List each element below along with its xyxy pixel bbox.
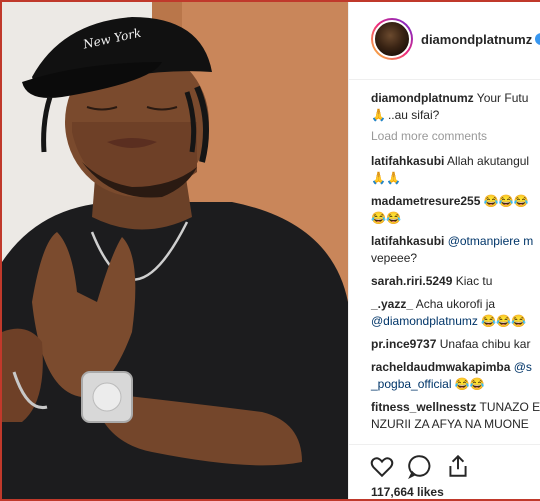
load-more-comments-button[interactable]: Load more comments	[371, 128, 540, 145]
comment-username[interactable]: latifahkasubi	[371, 234, 444, 248]
comment-line-2: _pogba_official 😂😂	[371, 377, 485, 391]
comment-line-2: @diamondplatnumz 😂😂😂	[371, 314, 527, 328]
comment-username[interactable]: latifahkasubi	[371, 154, 444, 168]
comment-username[interactable]: madametresure255	[371, 194, 480, 208]
comment-username[interactable]: pr.ince9737	[371, 337, 436, 351]
comment-icon[interactable]	[407, 453, 433, 479]
comment-text: Acha ukorofi ja	[415, 297, 496, 311]
comment-username[interactable]: _.yazz_	[371, 297, 413, 311]
comment-text: Kiac tu	[455, 274, 493, 288]
comment-line-2: 😂😂	[371, 211, 401, 225]
comment-username[interactable]: fitness_wellnesstz	[371, 400, 476, 414]
author-username[interactable]: diamondplatnumz	[421, 32, 532, 47]
comment-line-2: 🙏🙏	[371, 171, 401, 185]
post-side-panel: diamondplatnumz diamondplatnumz Your Fut…	[348, 2, 540, 499]
comment-text: Allah akutangul	[447, 154, 530, 168]
praying-hands-icon: 🙏	[371, 108, 386, 122]
caption-text: Your Futu	[476, 91, 529, 105]
comment-text: 😂😂😂	[483, 194, 529, 208]
caption-line-2: 🙏 ..au sifai?	[371, 108, 440, 122]
likes-count[interactable]: 117,664 likes	[371, 485, 444, 499]
comment: racheldaudmwakapimba @s	[371, 359, 540, 376]
heart-icon[interactable]	[369, 453, 395, 479]
comments-list: diamondplatnumz Your Futu 🙏 ..au sifai? L…	[371, 90, 540, 433]
caption-username[interactable]: diamondplatnumz	[371, 91, 474, 105]
comment: madametresure255 😂😂😂	[371, 193, 540, 210]
post-photo[interactable]: New York	[2, 2, 348, 499]
post-header: diamondplatnumz	[349, 2, 540, 80]
post-actions-bar: 117,664 likes	[349, 444, 540, 499]
comment: latifahkasubi Allah akutangul	[371, 153, 540, 170]
share-icon[interactable]	[445, 453, 471, 479]
comment-text: Unafaa chibu kar	[439, 337, 531, 351]
comment-username[interactable]: sarah.riri.5249	[371, 274, 452, 288]
comment-text: TUNAZO E	[479, 400, 540, 414]
comment-username[interactable]: racheldaudmwakapimba	[371, 360, 510, 374]
comment-line-2: vepeee?	[371, 251, 418, 265]
comment-line-2: NZURII ZA AFYA NA MUONE	[371, 417, 529, 431]
photo-illustration: New York	[2, 2, 348, 499]
comment: pr.ince9737 Unafaa chibu kar	[371, 336, 540, 353]
comment: _.yazz_ Acha ukorofi ja	[371, 296, 540, 313]
comment-text[interactable]: @otmanpiere m	[448, 234, 534, 248]
comment: latifahkasubi @otmanpiere m	[371, 233, 540, 250]
author-avatar[interactable]	[371, 18, 413, 60]
comment: fitness_wellnesstz TUNAZO E	[371, 399, 540, 416]
comment: sarah.riri.5249 Kiac tu	[371, 273, 540, 290]
verified-badge-icon	[535, 33, 540, 45]
comment-text[interactable]: @s	[514, 360, 532, 374]
caption: diamondplatnumz Your Futu	[371, 90, 540, 107]
post-window: New York diamondplatnumz diamondplatnumz…	[0, 0, 540, 501]
